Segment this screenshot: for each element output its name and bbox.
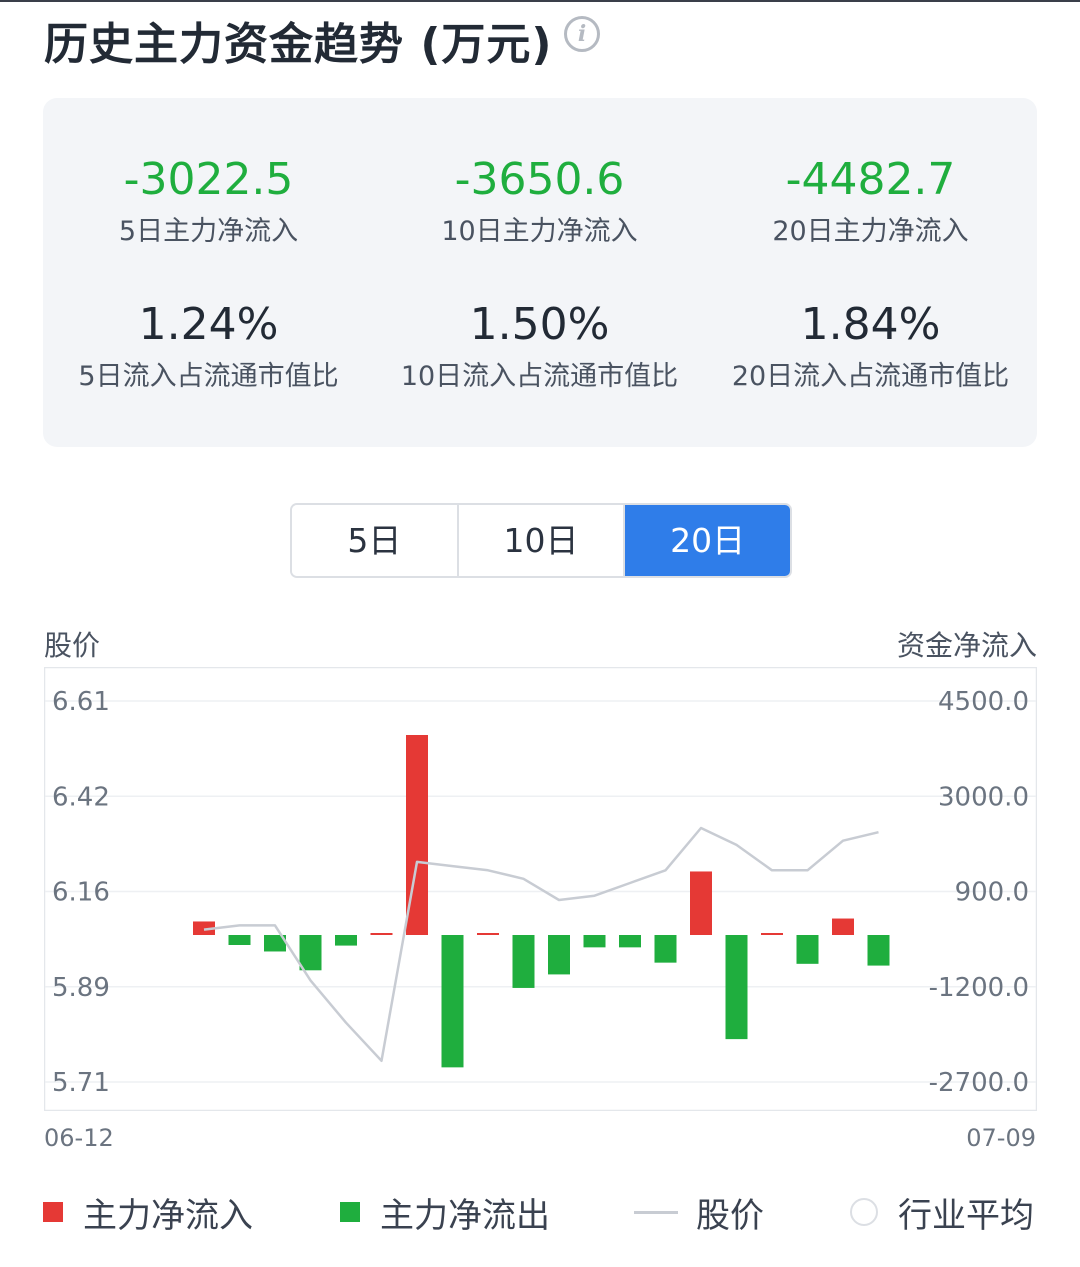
stat-label: 20日流入占流通市值比 (731, 361, 1010, 392)
outflow-bar (796, 935, 819, 964)
right-tick-label: 4500.0 (938, 687, 1029, 717)
stat-label: 10日主力净流入 (441, 216, 638, 247)
stat-value: -3650.6 (454, 154, 625, 205)
legend-outflow: 主力净流出 (340, 1190, 550, 1236)
stat-value: -4482.7 (785, 154, 956, 205)
stat-label: 5日主力净流入 (118, 216, 299, 247)
outflow-bar (441, 935, 464, 1068)
inflow-bar (477, 933, 499, 935)
legend-industry[interactable]: 行业平均 (850, 1190, 1034, 1236)
inflow-bar (761, 933, 783, 935)
outflow-bar (654, 935, 677, 963)
outflow-bar (548, 935, 570, 975)
outflow-bar (619, 935, 641, 948)
stat-5d-ratio: 1.24% 5日流入占流通市值比 (43, 299, 374, 395)
stat-10d-ratio: 1.50% 10日流入占流通市值比 (374, 299, 705, 395)
left-tick-label: 5.89 (52, 973, 110, 1003)
legend-outflow-label: 主力净流出 (380, 1195, 550, 1236)
outflow-bar (512, 935, 535, 988)
left-tick-label: 5.71 (52, 1068, 110, 1098)
stat-label: 20日主力净流入 (772, 216, 969, 247)
period-tabs: 5日 10日 20日 (290, 503, 792, 578)
legend-price: 股价 (634, 1190, 764, 1236)
left-axis-title: 股价 (44, 629, 101, 662)
x-end-date: 07-09 (966, 1124, 1036, 1152)
left-tick-label: 6.16 (52, 878, 110, 908)
legend-inflow: 主力净流入 (43, 1190, 253, 1236)
stat-20d-ratio: 1.84% 20日流入占流通市值比 (705, 299, 1036, 395)
stat-label: 10日流入占流通市值比 (400, 361, 679, 392)
stat-20d-inflow: -4482.7 20日主力净流入 (705, 154, 1036, 250)
inflow-bar (370, 933, 393, 935)
tab-5d[interactable]: 5日 (292, 505, 459, 576)
outflow-bar (583, 935, 606, 948)
right-tick-label: 900.0 (955, 878, 1029, 908)
outflow-bar (299, 935, 322, 971)
legend-inflow-label: 主力净流入 (83, 1195, 253, 1236)
legend-price-swatch (634, 1210, 678, 1214)
right-tick-label: 3000.0 (938, 782, 1029, 812)
left-tick-label: 6.61 (52, 687, 110, 717)
legend-price-label: 股价 (696, 1195, 764, 1236)
stat-5d-inflow: -3022.5 5日主力净流入 (43, 154, 374, 250)
stat-value: 1.24% (138, 299, 279, 350)
legend-industry-label: 行业平均 (898, 1195, 1034, 1236)
stat-value: 1.84% (800, 299, 941, 350)
outflow-bar (228, 935, 251, 945)
fund-flow-chart: 6.61 4500.0 6.42 3000.0 6.16 900.0 5.89 -1200.0… (44, 667, 1037, 1111)
tab-10d[interactable]: 10日 (458, 505, 626, 576)
stat-label: 5日流入占流通市值比 (78, 361, 339, 392)
info-icon[interactable]: i (564, 16, 600, 52)
inflow-bar (832, 918, 854, 935)
right-axis-title: 资金净流入 (896, 629, 1037, 662)
inflow-bar (690, 871, 712, 935)
stats-panel: -3022.5 5日主力净流入 -3650.6 10日主力净流入 -4482.7… (43, 98, 1037, 447)
outflow-bar (725, 935, 748, 1040)
stat-value: 1.50% (469, 299, 610, 350)
right-tick-label: -1200.0 (929, 973, 1029, 1003)
tab-20d[interactable]: 20日 (625, 505, 790, 576)
legend-inflow-swatch (43, 1202, 63, 1222)
stat-10d-inflow: -3650.6 10日主力净流入 (374, 154, 705, 250)
left-tick-label: 6.42 (52, 782, 110, 812)
right-tick-label: -2700.0 (929, 1068, 1029, 1098)
legend-outflow-swatch (340, 1202, 360, 1222)
legend-industry-toggle-icon[interactable] (850, 1198, 878, 1226)
top-divider (0, 0, 1080, 2)
outflow-bar (867, 935, 890, 966)
x-start-date: 06-12 (44, 1124, 114, 1152)
page-title: 历史主力资金趋势 (万元) (44, 19, 553, 70)
outflow-bar (335, 935, 357, 946)
stat-value: -3022.5 (123, 154, 294, 205)
